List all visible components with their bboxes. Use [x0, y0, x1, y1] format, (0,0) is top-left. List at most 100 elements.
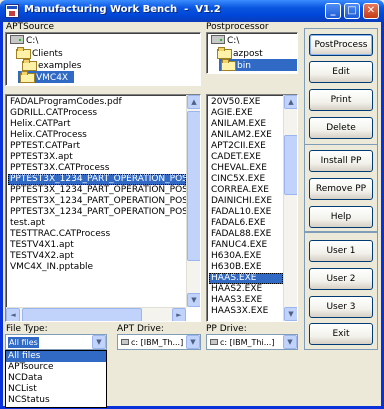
- folder-open-icon: [22, 59, 37, 71]
- file-type-option[interactable]: NCStatus: [6, 395, 106, 406]
- post-list-item[interactable]: CADET.EXE: [209, 152, 283, 163]
- tree-item-examples[interactable]: examples: [22, 59, 81, 71]
- post-list-item[interactable]: HAAS.EXE: [209, 273, 283, 284]
- file-type-option[interactable]: APTsource: [6, 362, 106, 373]
- drive-icon: [121, 339, 129, 345]
- app-icon: [5, 4, 19, 18]
- post-list-item[interactable]: CORREA.EXE: [209, 185, 283, 196]
- delete-button[interactable]: Delete: [309, 117, 373, 139]
- exit-button[interactable]: Exit: [309, 323, 373, 345]
- scroll-up-icon[interactable]: ▲: [187, 95, 200, 109]
- file-type-option[interactable]: All files: [6, 351, 106, 362]
- help-button[interactable]: Help: [309, 206, 373, 228]
- post-list-item[interactable]: AGIE.EXE: [209, 108, 283, 119]
- tree-item-clients[interactable]: Clients: [16, 47, 63, 59]
- file-list-item[interactable]: GDRILL.CATProcess: [8, 108, 186, 119]
- post-list-item[interactable]: FADAL6.EXE: [209, 218, 283, 229]
- file-list-item[interactable]: PPTEST3X_1234_PART_OPERATION_POSTPRO: [8, 196, 186, 207]
- chevron-down-icon[interactable]: ▼: [283, 335, 297, 349]
- post-list-item[interactable]: DAINICHI.EXE: [209, 196, 283, 207]
- file-list-item[interactable]: PPTEST3X.apt: [8, 152, 186, 163]
- apt-drive-select[interactable]: c: [IBM_Th...] ▼: [117, 334, 201, 350]
- file-list-item[interactable]: Helix.CATPart: [8, 119, 186, 130]
- print-button[interactable]: Print: [309, 89, 373, 111]
- apt-drive-label: APT Drive:: [117, 324, 164, 334]
- file-list-item[interactable]: test.apt: [8, 218, 186, 229]
- file-type-dropdown[interactable]: All files APTsource NCData NCList NCStatus: [5, 350, 107, 408]
- file-type-label: File Type:: [6, 324, 48, 334]
- file-type-option[interactable]: NCList: [6, 384, 106, 395]
- tree-item-c-drive[interactable]: C:\: [10, 35, 38, 47]
- post-list-item[interactable]: HAAS3X.EXE: [209, 306, 283, 317]
- post-list-item[interactable]: HAAS2.EXE: [209, 284, 283, 295]
- pp-drive-value: c: [IBM_Thi...]: [220, 338, 275, 347]
- postprocess-button[interactable]: PostProcess: [309, 34, 373, 56]
- file-list-hscroll[interactable]: ◄ ►: [6, 307, 186, 321]
- pp-drive-label: PP Drive:: [206, 324, 247, 334]
- file-list-item[interactable]: PPTEST3X_1234_PART_OPERATION_POSTPRO: [8, 185, 186, 196]
- post-list[interactable]: 20V50.EXE AGIE.EXE ANILAM.EXE ANILAM2.EXE AP…: [206, 94, 298, 322]
- close-button[interactable]: ✕: [363, 3, 379, 19]
- post-list-item[interactable]: APT2CII.EXE: [209, 141, 283, 152]
- file-list-item[interactable]: PPTEST3X.CATProcess: [8, 163, 186, 174]
- post-list-item[interactable]: 20V50.EXE: [209, 97, 283, 108]
- tree-item-azpost[interactable]: azpost: [217, 47, 263, 59]
- post-list-item[interactable]: HAAS3.EXE: [209, 295, 283, 306]
- scroll-thumb[interactable]: [22, 308, 142, 321]
- window-title: Manufacturing Work Bench - V1.2: [24, 4, 221, 15]
- chevron-down-icon[interactable]: ▼: [92, 335, 106, 349]
- file-list-vscroll[interactable]: ▲ ▼: [186, 95, 200, 307]
- file-list-item[interactable]: PPTEST3X_1234_PART_OPERATION_POSTPRO: [8, 207, 186, 218]
- scroll-thumb[interactable]: [187, 111, 200, 261]
- folder-open-icon: [16, 47, 31, 59]
- apt-source-tree[interactable]: C:\ Clients examples VMC4X: [5, 32, 201, 86]
- maximize-button[interactable]: □: [344, 3, 360, 19]
- apt-source-label: APTSource: [6, 22, 54, 32]
- pp-drive-select[interactable]: c: [IBM_Thi...] ▼: [206, 334, 298, 350]
- post-list-item[interactable]: FANUC4.EXE: [209, 240, 283, 251]
- title-bar[interactable]: Manufacturing Work Bench - V1.2 _ □ ✕: [0, 0, 384, 22]
- file-list-item[interactable]: PPTEST.CATPart: [8, 141, 186, 152]
- file-list-item[interactable]: TESTTRAC.CATProcess: [8, 229, 186, 240]
- post-list-item[interactable]: FADAL88.EXE: [209, 229, 283, 240]
- post-list-item[interactable]: ANILAM.EXE: [209, 119, 283, 130]
- scroll-down-icon[interactable]: ▼: [187, 293, 200, 307]
- scroll-right-icon[interactable]: ►: [172, 308, 186, 321]
- folder-open-icon: [20, 71, 35, 83]
- file-list-item[interactable]: PPTEST3X_1234_PART_OPERATION_POSTPRO: [8, 174, 186, 185]
- scroll-thumb[interactable]: [284, 135, 297, 195]
- post-list-item[interactable]: ANILAM2.EXE: [209, 130, 283, 141]
- scroll-up-icon[interactable]: ▲: [284, 95, 297, 109]
- post-list-item[interactable]: CINC5X.EXE: [209, 174, 283, 185]
- file-list-item[interactable]: FADALProgramCodes.pdf: [8, 97, 186, 108]
- chevron-down-icon[interactable]: ▼: [186, 335, 200, 349]
- tree-item-c-drive[interactable]: C:\: [211, 35, 239, 47]
- file-list-item[interactable]: Helix.CATProcess: [8, 130, 186, 141]
- post-list-item[interactable]: H630A.EXE: [209, 251, 283, 262]
- scroll-left-icon[interactable]: ◄: [6, 308, 20, 321]
- postprocessor-tree[interactable]: C:\ azpost bin: [206, 32, 298, 74]
- file-list-item[interactable]: TESTV4X1.apt: [8, 240, 186, 251]
- tree-item-bin[interactable]: bin: [219, 59, 297, 71]
- user-1-button[interactable]: User 1: [309, 240, 373, 262]
- drive-icon: [211, 35, 225, 44]
- scroll-down-icon[interactable]: ▼: [284, 307, 297, 321]
- file-type-select[interactable]: All files ▼: [5, 334, 107, 350]
- tree-item-vmc4x[interactable]: VMC4X: [18, 71, 75, 83]
- user-3-button[interactable]: User 3: [309, 296, 373, 318]
- minimize-button[interactable]: _: [325, 3, 341, 19]
- post-list-item[interactable]: H630B.EXE: [209, 262, 283, 273]
- file-type-option[interactable]: NCData: [6, 373, 106, 384]
- post-list-vscroll[interactable]: ▲ ▼: [283, 95, 297, 321]
- file-list-item[interactable]: VMC4X_IN.pptable: [8, 262, 186, 273]
- post-list-item[interactable]: CHEVAL.EXE: [209, 163, 283, 174]
- user-2-button[interactable]: User 2: [309, 268, 373, 290]
- file-type-value: All files: [8, 337, 39, 348]
- install-pp-button[interactable]: Install PP: [309, 150, 373, 172]
- post-list-item[interactable]: FADAL10.EXE: [209, 207, 283, 218]
- remove-pp-button[interactable]: Remove PP: [309, 178, 373, 200]
- file-list-item[interactable]: TESTV4X2.apt: [8, 251, 186, 262]
- edit-button[interactable]: Edit: [309, 61, 373, 83]
- file-list[interactable]: FADALProgramCodes.pdf GDRILL.CATProcess He…: [5, 94, 201, 322]
- postprocessor-label: Postprocessor: [206, 22, 269, 32]
